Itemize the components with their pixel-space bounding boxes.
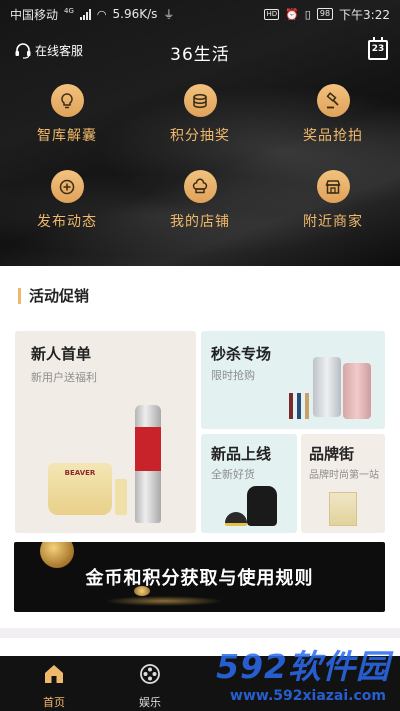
tab-label: 首页 [43,696,65,709]
card-title: 新品上线 [211,445,272,463]
flash-sale-card[interactable]: 秒杀专场 限时抢购 [201,331,385,429]
card-title: 秒杀专场 [211,345,272,363]
backpack-image [247,486,277,526]
signal-icon [79,8,91,20]
chef-hat-icon [183,170,217,203]
app-screen: 中国移动 4G ◠ 5.96K/s ⏚ HD ⏰ ▯ 98 下午3:22 在线客… [0,0,400,711]
watermark-url: www.592xiazai.com [230,688,386,704]
wifi-icon: ◠ [96,7,107,21]
auction-hammer-icon [316,84,350,117]
watermark-logo: 592软件园 [216,647,390,686]
card-subtitle: 限时抢购 [211,369,255,382]
tab-home[interactable]: 首页 [14,656,94,710]
promo-section: 活动促销 新人首单 新用户送福利 BEAVER 秒杀专场 限时抢购 新品上线 全… [0,266,400,628]
feature-nearby-merchants[interactable]: 附近商家 [278,170,388,231]
coins-icon [183,84,217,117]
clock-label: 下午3:22 [339,7,390,22]
rules-banner-text: 金币和积分获取与使用规则 [85,568,314,589]
gold-sparkle-decoration [104,596,224,606]
bottles-image [289,393,309,419]
feature-label: 附近商家 [303,214,363,230]
tab-label: 娱乐 [139,696,161,709]
bulb-icon [50,84,84,117]
status-bar: 中国移动 4G ◠ 5.96K/s ⏚ HD ⏰ ▯ 98 下午3:22 [0,0,400,28]
feature-prize-auction[interactable]: 奖品抢拍 [278,84,388,145]
vibrate-icon: ▯ [304,7,311,21]
brand-street-card[interactable]: 品牌街 品牌时尚第一站 [301,434,385,533]
hero-header: 中国移动 4G ◠ 5.96K/s ⏚ HD ⏰ ▯ 98 下午3:22 在线客… [0,0,400,266]
network-label: 4G [64,7,74,15]
suitcase-pink-image [343,363,371,419]
product-tube-image [115,479,127,515]
speed-label: 5.96K/s [112,7,158,21]
product-spray-image [135,405,161,523]
suitcase-silver-image [313,357,341,417]
carrier-label: 中国移动 [10,7,59,22]
battery-icon: 98 [316,8,334,20]
brand-box-image [329,492,357,526]
card-title: 品牌街 [309,445,355,463]
feature-zhiku[interactable]: 智库解囊 [12,84,122,145]
calendar-icon[interactable]: 23 [368,37,388,60]
section-title: 活动促销 [18,288,89,304]
hd-badge: HD [264,8,280,20]
feature-publish[interactable]: 发布动态 [12,170,122,231]
film-reel-icon [140,664,160,684]
usb-icon: ⏚ [163,8,175,21]
feature-label: 奖品抢拍 [303,128,363,144]
card-subtitle: 全新好货 [211,468,255,481]
card-subtitle: 新用户送福利 [31,371,97,384]
app-bar: 在线客服 36生活 23 [0,34,400,70]
feature-label: 智库解囊 [37,128,97,144]
rules-banner[interactable]: 金币和积分获取与使用规则 [14,542,385,612]
cap-image [225,512,247,526]
home-icon [45,665,63,683]
product-jar-image: BEAVER [48,463,112,515]
storefront-icon [316,170,350,203]
card-subtitle: 品牌时尚第一站 [309,470,379,481]
feature-my-shop[interactable]: 我的店铺 [145,170,255,231]
new-arrivals-card[interactable]: 新品上线 全新好货 [201,434,297,533]
card-title: 新人首单 [31,345,92,363]
plus-icon [50,170,84,203]
product-brand-label: BEAVER [64,469,96,477]
feature-points-lottery[interactable]: 积分抽奖 [145,84,255,145]
alarm-icon: ⏰ [285,7,299,21]
page-title: 36生活 [170,45,230,65]
new-user-card[interactable]: 新人首单 新用户送福利 BEAVER [15,331,196,533]
tab-entertainment[interactable]: 娱乐 [110,656,190,710]
feature-label: 积分抽奖 [170,128,230,144]
feature-label: 发布动态 [37,214,97,230]
feature-label: 我的店铺 [170,214,230,230]
